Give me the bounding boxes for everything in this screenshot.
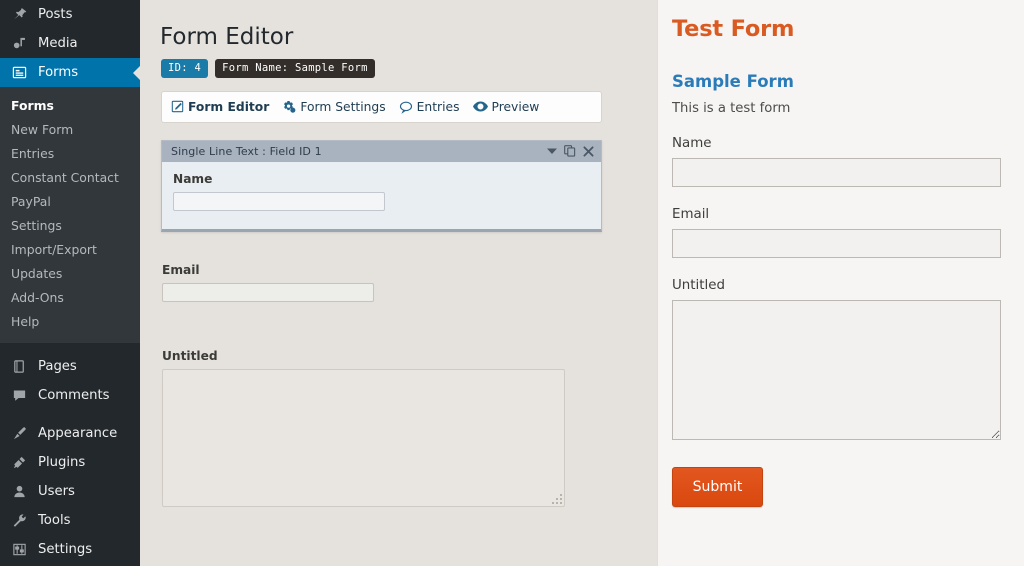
submenu-item-settings[interactable]: Settings — [0, 214, 140, 238]
preview-submit-button[interactable]: Submit — [672, 467, 763, 507]
form-editor-panel: Form Editor ID: 4 Form Name: Sample Form… — [140, 0, 657, 566]
brush-icon — [9, 424, 29, 444]
submenu-item-help[interactable]: Help — [0, 310, 140, 334]
field-label-email: Email — [162, 263, 657, 277]
editor-tabbar: Form Editor Form Settings Entries Previe… — [161, 91, 602, 123]
submenu-item-import-export[interactable]: Import/Export — [0, 238, 140, 262]
sidebar-item-media[interactable]: Media — [0, 29, 140, 58]
editor-field-untitled[interactable]: Untitled — [162, 349, 657, 507]
sidebar-item-label: Appearance — [38, 426, 117, 441]
close-icon[interactable] — [583, 146, 594, 157]
preview-input-name[interactable] — [672, 158, 1001, 187]
field-header: Single Line Text : Field ID 1 — [162, 141, 601, 162]
field-input-name[interactable] — [173, 192, 385, 211]
form-name-badge: Form Name: Sample Form — [215, 59, 375, 78]
sidebar-item-comments[interactable]: Comments — [0, 381, 140, 410]
sidebar-item-label: Pages — [38, 359, 77, 374]
preview-textarea-untitled[interactable] — [672, 300, 1001, 440]
sidebar-item-users[interactable]: Users — [0, 477, 140, 506]
sidebar-group-primary: Posts Media Forms — [0, 0, 140, 87]
pin-icon — [9, 5, 29, 25]
submenu-item-updates[interactable]: Updates — [0, 262, 140, 286]
media-icon — [9, 34, 29, 54]
submenu-item-constant-contact[interactable]: Constant Contact — [0, 166, 140, 190]
sliders-icon — [9, 540, 29, 560]
submenu-item-forms[interactable]: Forms — [0, 94, 140, 118]
sidebar-item-appearance[interactable]: Appearance — [0, 419, 140, 448]
forms-icon — [9, 63, 29, 83]
preview-label-untitled: Untitled — [672, 278, 1000, 293]
sidebar-item-pages[interactable]: Pages — [0, 352, 140, 381]
preview-field-name: Name — [672, 136, 1000, 187]
tab-label: Form Editor — [188, 100, 269, 114]
speech-bubble-icon — [399, 100, 413, 114]
submenu-item-new-form[interactable]: New Form — [0, 118, 140, 142]
tab-label: Entries — [417, 100, 460, 114]
submenu-item-paypal[interactable]: PayPal — [0, 190, 140, 214]
field-label-name: Name — [173, 172, 601, 186]
field-label-untitled: Untitled — [162, 349, 657, 363]
preview-label-email: Email — [672, 207, 1000, 222]
admin-page: Posts Media Forms Forms New Form Entries… — [0, 0, 1024, 566]
field-body: Name — [162, 162, 601, 229]
tab-form-editor[interactable]: Form Editor — [171, 100, 269, 114]
form-id-badge: ID: 4 — [161, 59, 208, 78]
sidebar-item-label: Plugins — [38, 455, 85, 470]
submenu-item-entries[interactable]: Entries — [0, 142, 140, 166]
form-meta-badges: ID: 4 Form Name: Sample Form — [140, 53, 657, 78]
form-preview-panel: Test Form Sample Form This is a test for… — [657, 0, 1024, 566]
tab-form-settings[interactable]: Form Settings — [282, 100, 385, 114]
sidebar-item-plugins[interactable]: Plugins — [0, 448, 140, 477]
pages-icon — [9, 357, 29, 377]
wrench-icon — [9, 511, 29, 531]
sidebar-item-posts[interactable]: Posts — [0, 0, 140, 29]
sidebar-item-label: Forms — [38, 65, 78, 80]
preview-input-email[interactable] — [672, 229, 1001, 258]
admin-sidebar: Posts Media Forms Forms New Form Entries… — [0, 0, 140, 566]
sidebar-group-content: Pages Comments — [0, 352, 140, 410]
sidebar-group-admin: Appearance Plugins Users Tools — [0, 419, 140, 564]
tab-entries[interactable]: Entries — [399, 100, 460, 114]
preview-site-title: Test Form — [672, 0, 1000, 42]
submenu-item-add-ons[interactable]: Add-Ons — [0, 286, 140, 310]
editor-field-email[interactable]: Email — [162, 263, 657, 302]
field-header-title: Single Line Text : Field ID 1 — [171, 145, 547, 158]
sidebar-item-label: Settings — [38, 542, 92, 557]
selected-field-block[interactable]: Single Line Text : Field ID 1 Name — [161, 140, 602, 232]
preview-label-name: Name — [672, 136, 1000, 151]
duplicate-icon[interactable] — [564, 145, 576, 157]
preview-field-untitled: Untitled — [672, 278, 1000, 440]
page-title: Form Editor — [140, 0, 657, 53]
pencil-square-icon — [171, 100, 184, 113]
sidebar-divider — [0, 343, 140, 352]
sidebar-divider-2 — [0, 410, 140, 419]
resize-grip-icon[interactable] — [552, 494, 562, 504]
chevron-down-icon[interactable] — [547, 147, 557, 155]
sidebar-item-label: Tools — [38, 513, 70, 528]
preview-form-description: This is a test form — [672, 101, 1000, 116]
tab-label: Preview — [492, 100, 540, 114]
sidebar-item-label: Media — [38, 36, 78, 51]
field-header-actions — [547, 145, 594, 157]
field-input-email[interactable] — [162, 283, 374, 302]
sidebar-item-settings[interactable]: Settings — [0, 535, 140, 564]
comment-icon — [9, 386, 29, 406]
sidebar-item-forms[interactable]: Forms — [0, 58, 140, 87]
preview-field-email: Email — [672, 207, 1000, 258]
sidebar-item-tools[interactable]: Tools — [0, 506, 140, 535]
preview-form-heading: Sample Form — [672, 72, 1000, 91]
user-icon — [9, 482, 29, 502]
eye-icon — [473, 100, 488, 113]
sidebar-item-label: Users — [38, 484, 75, 499]
forms-submenu: Forms New Form Entries Constant Contact … — [0, 87, 140, 343]
tab-preview[interactable]: Preview — [473, 100, 540, 114]
sidebar-item-label: Posts — [38, 7, 72, 22]
plug-icon — [9, 453, 29, 473]
tab-label: Form Settings — [300, 100, 385, 114]
field-textarea-untitled[interactable] — [162, 369, 565, 507]
sidebar-item-label: Comments — [38, 388, 109, 403]
gears-icon — [282, 100, 296, 114]
